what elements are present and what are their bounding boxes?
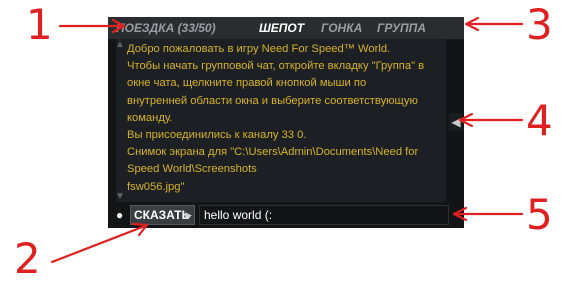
annotation-line-2 [50,224,147,264]
annotation-number-4: 4 [526,96,553,145]
annotation-overlay [50,16,524,264]
annotation-number-1: 1 [26,0,53,49]
annotation-number-2: 2 [14,234,41,283]
annotation-number-3: 3 [526,0,553,49]
annotation-number-5: 5 [526,190,553,239]
